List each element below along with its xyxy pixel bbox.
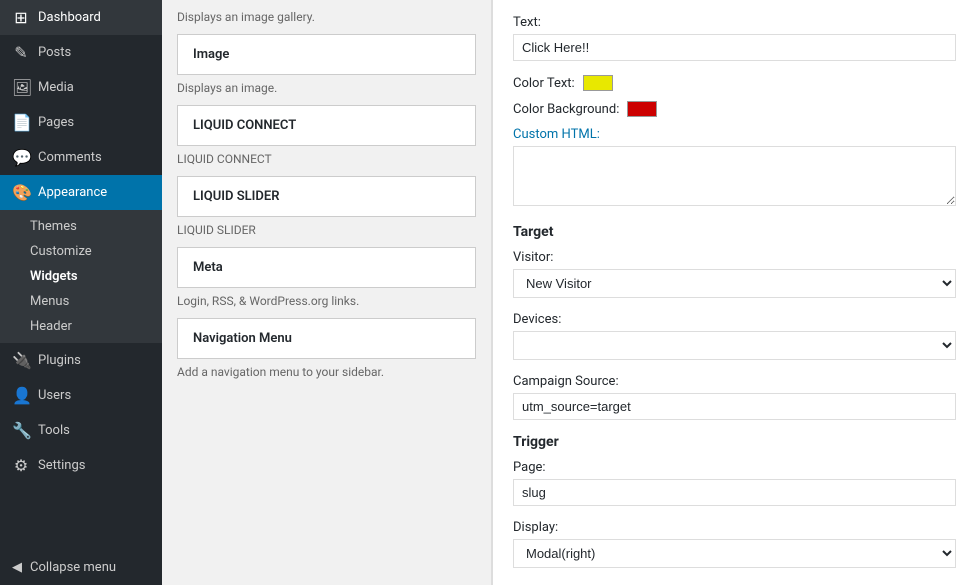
color-text-label: Color Text:	[513, 76, 575, 91]
text-field-group: Text:	[513, 15, 956, 61]
widget-meta[interactable]: Meta	[177, 247, 476, 288]
page-label: Page:	[513, 460, 956, 475]
users-icon: 👤	[12, 386, 30, 405]
sidebar-item-tools[interactable]: 🔧 Tools	[0, 413, 162, 448]
color-bg-swatch[interactable]	[627, 101, 657, 117]
sidebar-label-appearance: Appearance	[38, 185, 107, 200]
color-text-swatch[interactable]	[583, 75, 613, 91]
dashboard-icon: ⊞	[12, 8, 30, 27]
sidebar-label-posts: Posts	[38, 45, 71, 60]
display-select[interactable]: Modal(right)	[513, 539, 956, 568]
sidebar-item-plugins[interactable]: 🔌 Plugins	[0, 343, 162, 378]
campaign-source-input[interactable]	[513, 393, 956, 420]
sidebar-label-settings: Settings	[38, 458, 85, 473]
custom-html-textarea[interactable]	[513, 146, 956, 206]
media-icon: 🖼	[12, 78, 30, 97]
sidebar-item-users[interactable]: 👤 Users	[0, 378, 162, 413]
color-bg-label: Color Background:	[513, 102, 619, 117]
tools-icon: 🔧	[12, 421, 30, 440]
plugins-icon: 🔌	[12, 351, 30, 370]
devices-field-group: Devices:	[513, 312, 956, 360]
target-heading: Target	[513, 224, 956, 240]
color-text-group: Color Text:	[513, 75, 956, 91]
sidebar-sub-widgets[interactable]: Widgets	[0, 264, 162, 289]
visitor-select[interactable]: New Visitor Returning Visitor All	[513, 269, 956, 298]
comments-icon: 💬	[12, 148, 30, 167]
display-field-group: Display: Modal(right)	[513, 520, 956, 568]
text-input[interactable]	[513, 34, 956, 61]
page-field-group: Page:	[513, 460, 956, 506]
sidebar-item-dashboard[interactable]: ⊞ Dashboard	[0, 0, 162, 35]
text-label: Text:	[513, 15, 956, 30]
page-input[interactable]	[513, 479, 956, 506]
campaign-source-group: Campaign Source:	[513, 374, 956, 420]
posts-icon: ✎	[12, 43, 30, 62]
sidebar-sub-menus[interactable]: Menus	[0, 289, 162, 314]
sidebar-item-media[interactable]: 🖼 Media	[0, 70, 162, 105]
visitor-field-group: Visitor: New Visitor Returning Visitor A…	[513, 250, 956, 298]
display-label: Display:	[513, 520, 956, 535]
sidebar-label-dashboard: Dashboard	[38, 10, 101, 25]
campaign-source-label: Campaign Source:	[513, 374, 956, 389]
sidebar-item-comments[interactable]: 💬 Comments	[0, 140, 162, 175]
widget-liquid-connect[interactable]: LIQUID CONNECT	[177, 105, 476, 146]
widget-navigation-menu[interactable]: Navigation Menu	[177, 318, 476, 359]
collapse-icon: ◀	[12, 560, 22, 575]
sidebar-item-posts[interactable]: ✎ Posts	[0, 35, 162, 70]
widget-liquid-slider-sub: LIQUID SLIDER	[162, 219, 491, 247]
color-bg-group: Color Background:	[513, 101, 956, 117]
custom-html-group: Custom HTML:	[513, 127, 956, 210]
sidebar-label-media: Media	[38, 80, 74, 95]
sidebar-sub-header[interactable]: Header	[0, 314, 162, 339]
sidebar-item-appearance[interactable]: 🎨 Appearance	[0, 175, 162, 210]
sidebar-sub-customize[interactable]: Customize	[0, 239, 162, 264]
sidebar-label-comments: Comments	[38, 150, 102, 165]
devices-label: Devices:	[513, 312, 956, 327]
sidebar-label-users: Users	[38, 388, 71, 403]
widget-image-desc: Displays an image.	[162, 77, 491, 105]
sidebar-sub-themes[interactable]: Themes	[0, 214, 162, 239]
visitor-label: Visitor:	[513, 250, 956, 265]
gallery-desc: Displays an image gallery.	[162, 0, 491, 34]
collapse-menu-label: Collapse menu	[30, 560, 116, 575]
sidebar-item-pages[interactable]: 📄 Pages	[0, 105, 162, 140]
sidebar-label-pages: Pages	[38, 115, 74, 130]
widget-image[interactable]: Image	[177, 34, 476, 75]
main-content: Displays an image gallery. Image Display…	[162, 0, 976, 585]
appearance-icon: 🎨	[12, 183, 30, 202]
sidebar: ⊞ Dashboard ✎ Posts 🖼 Media 📄 Pages 💬 Co…	[0, 0, 162, 585]
widget-list-panel: Displays an image gallery. Image Display…	[162, 0, 492, 585]
custom-html-label: Custom HTML:	[513, 127, 956, 142]
sidebar-label-tools: Tools	[38, 423, 70, 438]
collapse-menu-button[interactable]: ◀ Collapse menu	[0, 550, 162, 585]
trigger-heading: Trigger	[513, 434, 956, 450]
settings-icon: ⚙	[12, 456, 30, 475]
pages-icon: 📄	[12, 113, 30, 132]
widget-navigation-menu-desc: Add a navigation menu to your sidebar.	[162, 361, 491, 389]
widget-liquid-slider[interactable]: LIQUID SLIDER	[177, 176, 476, 217]
right-panel: Text: Color Text: Color Background: Cust…	[492, 0, 976, 585]
devices-select[interactable]	[513, 331, 956, 360]
widget-liquid-connect-sub: LIQUID CONNECT	[162, 148, 491, 176]
widget-meta-desc: Login, RSS, & WordPress.org links.	[162, 290, 491, 318]
sidebar-label-plugins: Plugins	[38, 353, 81, 368]
sidebar-item-settings[interactable]: ⚙ Settings	[0, 448, 162, 483]
appearance-submenu: Themes Customize Widgets Menus Header	[0, 210, 162, 343]
